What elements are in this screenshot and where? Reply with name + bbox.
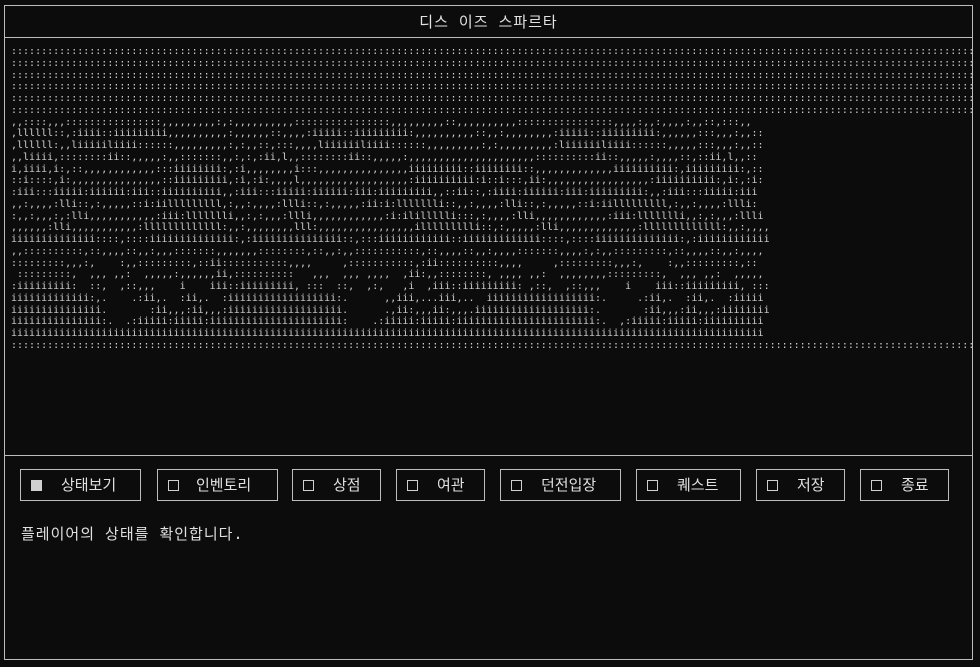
menu-item-label: 상태보기 [61,476,117,494]
menu-item-label: 인벤토리 [196,476,252,494]
checkbox-icon [647,480,658,491]
checkbox-icon [871,480,882,491]
menu-item-dungeon[interactable]: 던전입장 [500,469,621,501]
ascii-art: ::::::::::::::::::::::::::::::::::::::::… [11,46,972,351]
checkbox-icon [168,480,179,491]
menu-item-quest[interactable]: 퀘스트 [636,469,741,501]
menu-item-label: 상점 [333,476,361,494]
menu-item-label: 종료 [901,476,929,494]
menu-item-label: 저장 [797,476,825,494]
menu-item-inn[interactable]: 여관 [396,469,485,501]
menu-item-shop[interactable]: 상점 [292,469,381,501]
checkbox-icon [31,480,42,491]
checkbox-icon [511,480,522,491]
menu-item-save[interactable]: 저장 [756,469,845,501]
menu-bar: 상태보기 인벤토리 상점 여관 던전입장 퀘스트 저장 종료 [5,469,972,503]
main-window: 디스 이즈 스파르타 :::::::::::::::::::::::::::::… [4,5,973,660]
menu-item-status[interactable]: 상태보기 [20,469,141,501]
window-title: 디스 이즈 스파르타 [419,13,558,31]
title-bar: 디스 이즈 스파르타 [5,6,972,38]
menu-item-exit[interactable]: 종료 [860,469,949,501]
menu-item-label: 여관 [437,476,465,494]
checkbox-icon [767,480,778,491]
menu-item-inventory[interactable]: 인벤토리 [157,469,278,501]
menu-item-label: 던전입장 [541,476,597,494]
checkbox-icon [303,480,314,491]
checkbox-icon [407,480,418,491]
ascii-art-panel: ::::::::::::::::::::::::::::::::::::::::… [5,38,972,456]
status-message: 플레이어의 상태를 확인합니다. [21,525,244,543]
menu-item-label: 퀘스트 [677,476,719,494]
